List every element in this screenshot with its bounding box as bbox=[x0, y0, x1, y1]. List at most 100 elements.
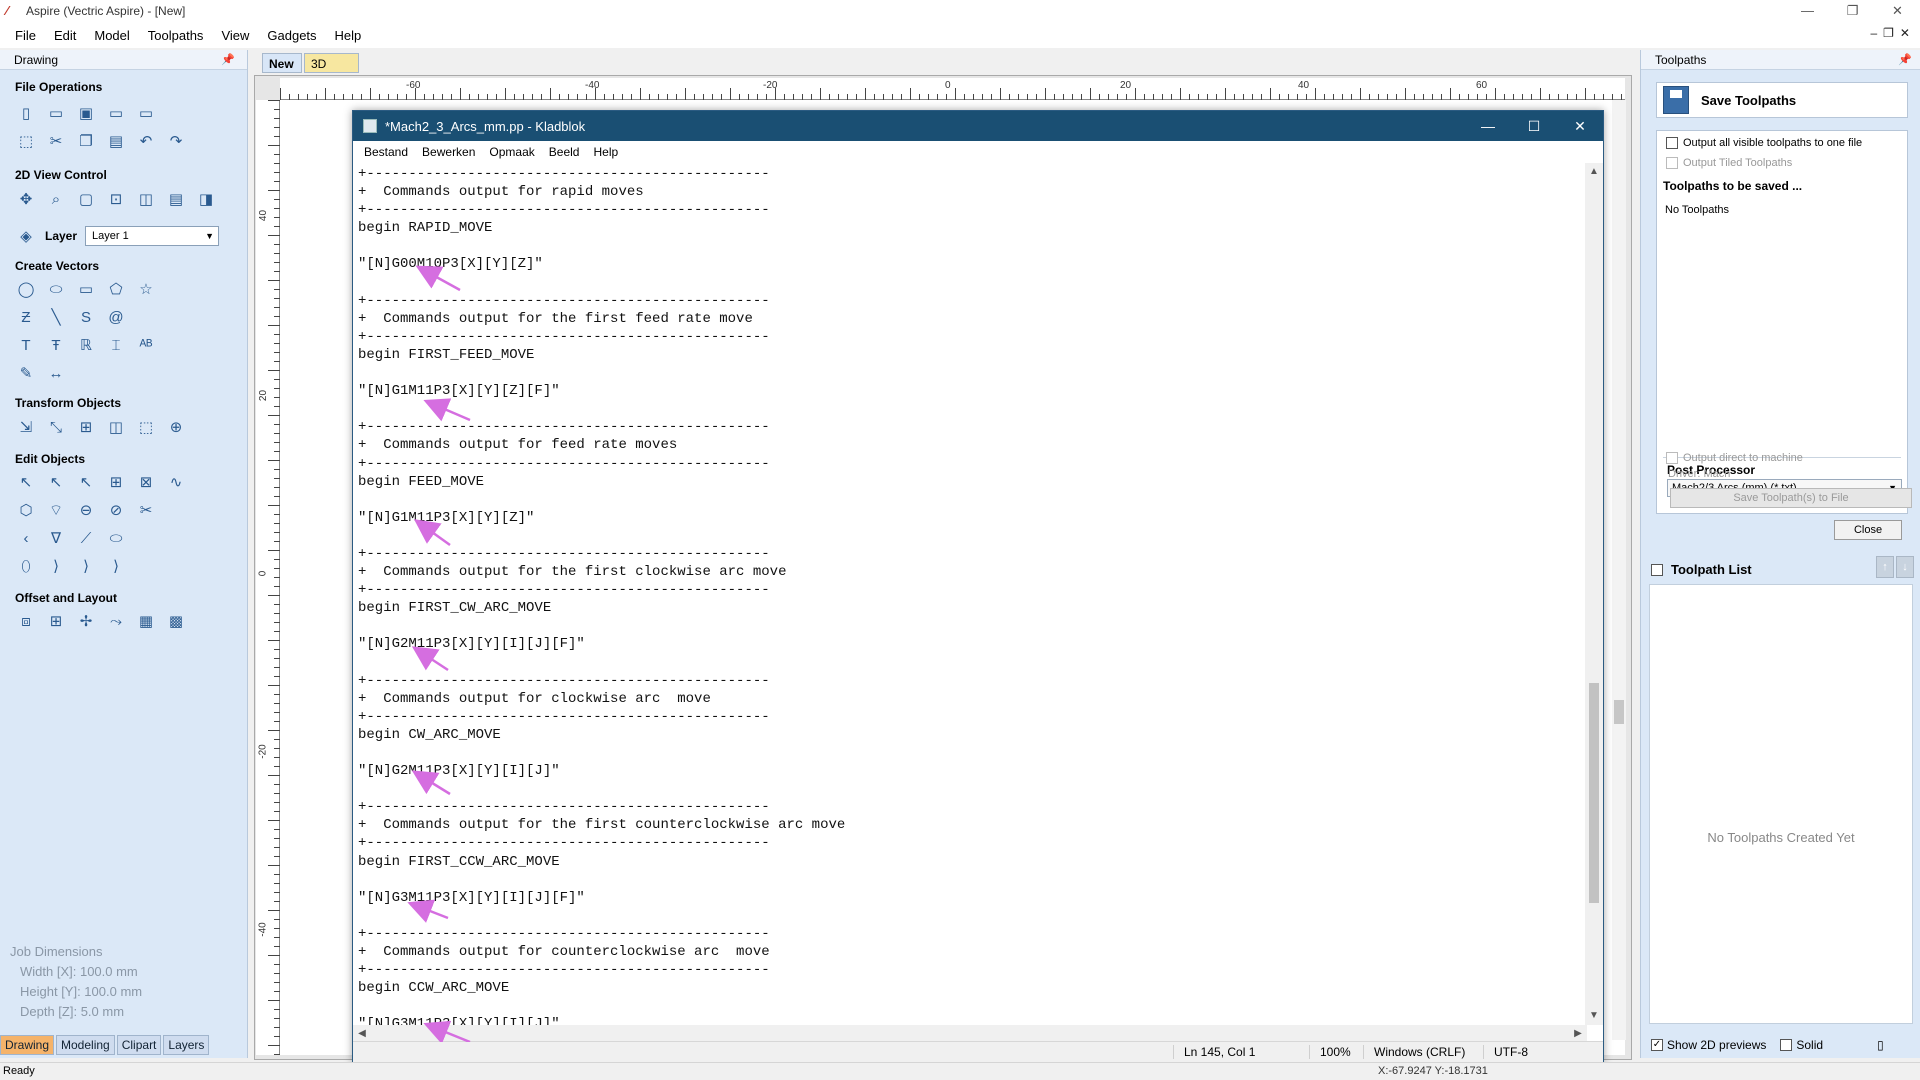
offset-icon[interactable]: ⧈ bbox=[15, 610, 37, 632]
notepad-menu-beeld[interactable]: Beeld bbox=[542, 145, 587, 159]
toolpath-list[interactable]: No Toolpaths Created Yet bbox=[1649, 584, 1913, 1024]
close-vector-icon[interactable]: ⬯ bbox=[15, 555, 37, 577]
undo-icon[interactable]: ↶ bbox=[135, 130, 157, 152]
close-button[interactable]: ✕ bbox=[1875, 0, 1920, 22]
weld-icon[interactable]: ⬡ bbox=[15, 499, 37, 521]
tab-layers[interactable]: Layers bbox=[163, 1035, 210, 1055]
close-button[interactable]: Close bbox=[1834, 520, 1902, 540]
view-horizontal-icon[interactable]: ▤ bbox=[165, 188, 187, 210]
distort-icon[interactable]: ⬚ bbox=[135, 416, 157, 438]
tab-new[interactable]: New bbox=[262, 53, 302, 73]
scroll-up-icon[interactable]: ▲ bbox=[1585, 163, 1603, 181]
pan-icon[interactable]: ✥ bbox=[15, 188, 37, 210]
scissors-icon[interactable]: ✂ bbox=[135, 499, 157, 521]
pin-icon[interactable]: 📌 bbox=[221, 53, 235, 66]
scroll-down-icon[interactable]: ▼ bbox=[1585, 1007, 1603, 1025]
save-file-icon[interactable]: ▣ bbox=[75, 102, 97, 124]
bezier-icon[interactable]: ⟩ bbox=[105, 555, 127, 577]
restore-button[interactable]: ❐ bbox=[1830, 0, 1875, 22]
tab-clipart[interactable]: Clipart bbox=[116, 1035, 162, 1055]
smooth-icon[interactable]: ∿ bbox=[165, 471, 187, 493]
text-on-curve-icon[interactable]: ℝ bbox=[75, 334, 97, 356]
scale-icon[interactable]: ⤡ bbox=[45, 416, 67, 438]
menu-gadgets[interactable]: Gadgets bbox=[258, 28, 325, 43]
menu-edit[interactable]: Edit bbox=[45, 28, 85, 43]
layer-select[interactable]: Layer 1 ▼ bbox=[85, 226, 220, 246]
copy-along-icon[interactable]: ⤳ bbox=[105, 610, 127, 632]
polyline-icon[interactable]: Ƶ bbox=[15, 306, 37, 328]
new-file-icon[interactable]: ▯ bbox=[15, 102, 37, 124]
menu-model[interactable]: Model bbox=[85, 28, 138, 43]
select-all-icon[interactable]: ⬚ bbox=[15, 130, 37, 152]
menu-view[interactable]: View bbox=[212, 28, 258, 43]
zoom-icon[interactable]: ⌕ bbox=[45, 188, 67, 210]
paste-icon[interactable]: ▤ bbox=[105, 130, 127, 152]
checkbox-show-previews[interactable]: ✓ bbox=[1651, 1039, 1663, 1051]
menu-help[interactable]: Help bbox=[326, 28, 371, 43]
zoom-extents-icon[interactable]: ▢ bbox=[75, 188, 97, 210]
ellipse-icon[interactable]: ⬭ bbox=[45, 278, 67, 300]
redo-icon[interactable]: ↷ bbox=[165, 130, 187, 152]
checkbox-toolpath-list[interactable] bbox=[1651, 563, 1663, 576]
move-down-icon[interactable]: ↓ bbox=[1896, 556, 1914, 578]
select-icon[interactable]: ↖ bbox=[15, 471, 37, 493]
menu-toolpaths[interactable]: Toolpaths bbox=[139, 28, 213, 43]
mdi-controls[interactable]: –❐✕ bbox=[1871, 26, 1917, 40]
option-output-direct[interactable]: Output direct to machine bbox=[1666, 452, 1803, 464]
option-tiled[interactable]: Output Tiled Toolpaths bbox=[1666, 157, 1792, 169]
import-icon[interactable]: ▭ bbox=[135, 102, 157, 124]
fillet-icon[interactable]: ‹ bbox=[15, 527, 37, 549]
intersect-icon[interactable]: ⊘ bbox=[105, 499, 127, 521]
open-folder-icon[interactable]: ▭ bbox=[105, 102, 127, 124]
star-icon[interactable]: ☆ bbox=[135, 278, 157, 300]
transform-select-icon[interactable]: ↖ bbox=[75, 471, 97, 493]
option-all-visible[interactable]: Output all visible toolpaths to one file bbox=[1666, 137, 1862, 149]
trim-icon[interactable]: ⌔ bbox=[45, 499, 67, 521]
pin-icon[interactable]: 📌 bbox=[1898, 53, 1912, 66]
notepad-close-button[interactable]: ✕ bbox=[1557, 111, 1603, 141]
tab-drawing[interactable]: Drawing bbox=[0, 1035, 55, 1055]
move-icon[interactable]: ⇲ bbox=[15, 416, 37, 438]
notepad-menu-bewerken[interactable]: Bewerken bbox=[415, 145, 482, 159]
calculator-icon[interactable]: ▯ bbox=[1877, 1038, 1884, 1052]
align-icon[interactable]: ⊞ bbox=[75, 416, 97, 438]
spiral-icon[interactable]: @ bbox=[105, 306, 127, 328]
notepad-scrollbar-thumb[interactable] bbox=[1589, 683, 1599, 903]
group-icon[interactable]: ⊞ bbox=[105, 471, 127, 493]
checkbox-output-direct[interactable] bbox=[1666, 452, 1678, 464]
option-show-previews[interactable]: ✓ Show 2D previews bbox=[1651, 1038, 1766, 1052]
circular-array-icon[interactable]: ✢ bbox=[75, 610, 97, 632]
subtract-icon[interactable]: ⊖ bbox=[75, 499, 97, 521]
view-split-icon[interactable]: ◫ bbox=[135, 188, 157, 210]
rectangle-icon[interactable]: ▭ bbox=[75, 278, 97, 300]
text-fit-icon[interactable]: ⌶ bbox=[105, 334, 127, 356]
text-arc-icon[interactable]: ᴬᴮ bbox=[135, 334, 157, 356]
curve-icon[interactable]: S bbox=[75, 306, 97, 328]
ungroup-icon[interactable]: ⊠ bbox=[135, 471, 157, 493]
notepad-minimize-button[interactable]: — bbox=[1465, 111, 1511, 141]
text-icon[interactable]: T bbox=[15, 334, 37, 356]
checkbox-all-visible[interactable] bbox=[1666, 137, 1678, 149]
node-edit-icon[interactable]: ↖ bbox=[45, 471, 67, 493]
notepad-maximize-button[interactable]: ☐ bbox=[1511, 111, 1557, 141]
zoom-selection-icon[interactable]: ⊡ bbox=[105, 188, 127, 210]
chamfer-icon[interactable]: ∇ bbox=[45, 527, 67, 549]
cut-icon[interactable]: ✂ bbox=[45, 130, 67, 152]
curve-fit-icon[interactable]: ⟩ bbox=[75, 555, 97, 577]
notepad-menu-help[interactable]: Help bbox=[586, 145, 625, 159]
tab-modeling[interactable]: Modeling bbox=[56, 1035, 115, 1055]
nesting-icon[interactable]: ▩ bbox=[165, 610, 187, 632]
copy-icon[interactable]: ❐ bbox=[75, 130, 97, 152]
extend-icon[interactable]: ⟋ bbox=[75, 527, 97, 549]
notepad-menu-bestand[interactable]: Bestand bbox=[357, 145, 415, 159]
notepad-menu-opmaak[interactable]: Opmaak bbox=[482, 145, 541, 159]
arc-icon[interactable]: ⟩ bbox=[45, 555, 67, 577]
option-solid[interactable]: Solid bbox=[1780, 1038, 1823, 1052]
notepad-vertical-scrollbar[interactable]: ▲ ▼ bbox=[1585, 163, 1603, 1025]
array-icon[interactable]: ⊞ bbox=[45, 610, 67, 632]
draw-freehand-icon[interactable]: ✎ bbox=[15, 362, 37, 384]
center-icon[interactable]: ⊕ bbox=[165, 416, 187, 438]
join-icon[interactable]: ⬭ bbox=[105, 527, 127, 549]
notepad-title-bar[interactable]: *Mach2_3_Arcs_mm.pp - Kladblok — ☐ ✕ bbox=[353, 111, 1603, 141]
mirror-icon[interactable]: ◫ bbox=[105, 416, 127, 438]
